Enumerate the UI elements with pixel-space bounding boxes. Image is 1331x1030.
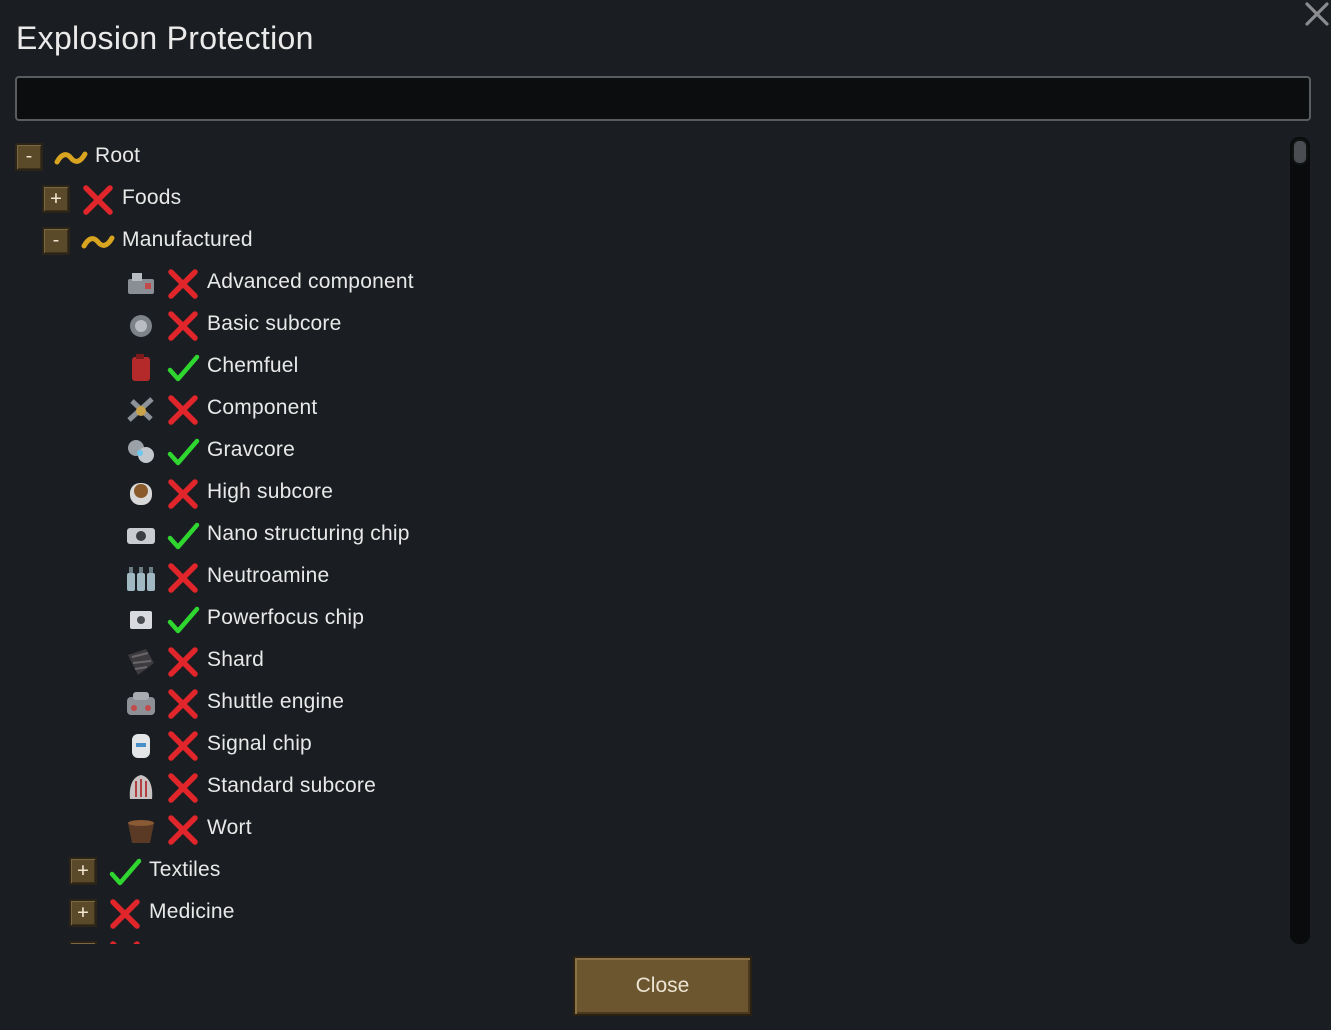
expand-toggle-button[interactable]: +	[42, 185, 70, 213]
tree-item-label: Powerfocus chip	[207, 606, 365, 629]
tree-item-label: Textiles	[149, 858, 221, 881]
shuttle-engine-icon	[124, 687, 158, 721]
tree-item-label: Manufactured	[122, 228, 253, 251]
tree-row: Shuttle engine	[0, 682, 1280, 724]
cross-icon[interactable]	[166, 813, 200, 847]
gravcore-icon	[124, 435, 158, 469]
tree-row: - Root	[0, 136, 1280, 178]
tree-row: Shard	[0, 640, 1280, 682]
check-icon[interactable]	[108, 855, 142, 889]
tree-item-label: Wort	[207, 816, 252, 839]
tree-row: Gravcore	[0, 430, 1280, 472]
nano-structuring-chip-icon	[124, 519, 158, 553]
cross-icon[interactable]	[166, 687, 200, 721]
tree-item-label: Root	[95, 144, 141, 167]
tree-row: Powerfocus chip	[0, 598, 1280, 640]
cross-icon[interactable]	[166, 771, 200, 805]
powerfocus-chip-icon	[124, 603, 158, 637]
explosion-protection-dialog: Explosion Protection - Root + Foods - Manufac…	[0, 0, 1331, 1030]
search-input[interactable]	[15, 76, 1311, 121]
tree-row: +	[0, 934, 1280, 944]
close-button[interactable]: Close	[573, 956, 752, 1016]
tree-item-label: Chemfuel	[207, 354, 299, 377]
tree-item-label: Neutroamine	[207, 564, 330, 587]
partial-icon[interactable]	[54, 141, 88, 175]
tree-item-label: Shard	[207, 648, 265, 671]
signal-chip-icon	[124, 729, 158, 763]
tree-item-label: Gravcore	[207, 438, 295, 461]
tree-row: Signal chip	[0, 724, 1280, 766]
tree-row: Neutroamine	[0, 556, 1280, 598]
partial-icon[interactable]	[81, 225, 115, 259]
component-icon	[124, 393, 158, 427]
tree-item-label: Standard subcore	[207, 774, 376, 797]
tree-row: - Manufactured	[0, 220, 1280, 262]
cross-icon[interactable]	[81, 183, 115, 217]
tree-item-label: Basic subcore	[207, 312, 342, 335]
high-subcore-icon	[124, 477, 158, 511]
cross-icon[interactable]	[108, 939, 142, 944]
collapse-toggle-button[interactable]: -	[42, 227, 70, 255]
tree-item-label: Foods	[122, 186, 182, 209]
tree-row: + Medicine	[0, 892, 1280, 934]
dialog-title: Explosion Protection	[16, 20, 314, 56]
tree-row: Wort	[0, 808, 1280, 850]
cross-icon[interactable]	[166, 561, 200, 595]
tree-item-label: Signal chip	[207, 732, 312, 755]
expand-toggle-button[interactable]: +	[69, 857, 97, 885]
check-icon[interactable]	[166, 519, 200, 553]
scrollbar-thumb[interactable]	[1292, 139, 1308, 165]
check-icon[interactable]	[166, 435, 200, 469]
chemfuel-icon	[124, 351, 158, 385]
expand-toggle-button[interactable]: +	[69, 899, 97, 927]
wort-icon	[124, 813, 158, 847]
cross-icon[interactable]	[166, 477, 200, 511]
tree-item-label: Nano structuring chip	[207, 522, 410, 545]
tree-row: Nano structuring chip	[0, 514, 1280, 556]
cross-icon[interactable]	[166, 267, 200, 301]
expand-toggle-button[interactable]: +	[69, 941, 97, 944]
standard-subcore-icon	[124, 771, 158, 805]
check-icon[interactable]	[166, 351, 200, 385]
tree-row: Component	[0, 388, 1280, 430]
check-icon[interactable]	[166, 603, 200, 637]
tree-item-label: Advanced component	[207, 270, 414, 293]
scrollbar-track[interactable]	[1290, 137, 1310, 944]
tree-row: Chemfuel	[0, 346, 1280, 388]
category-tree: - Root + Foods - Manufactured Advanced compone…	[0, 136, 1290, 944]
cross-icon[interactable]	[166, 309, 200, 343]
tree-row: Advanced component	[0, 262, 1280, 304]
neutroamine-icon	[124, 561, 158, 595]
tree-row: + Foods	[0, 178, 1280, 220]
tree-item-label: Medicine	[149, 900, 235, 923]
cross-icon[interactable]	[166, 393, 200, 427]
advanced-component-icon	[124, 267, 158, 301]
tree-item-label: Shuttle engine	[207, 690, 345, 713]
tree-item-label: Component	[207, 396, 318, 419]
tree-row: High subcore	[0, 472, 1280, 514]
basic-subcore-icon	[124, 309, 158, 343]
cross-icon[interactable]	[108, 897, 142, 931]
tree-item-label: High subcore	[207, 480, 334, 503]
collapse-toggle-button[interactable]: -	[15, 143, 43, 171]
close-x-icon[interactable]	[1301, 0, 1331, 28]
cross-icon[interactable]	[166, 729, 200, 763]
tree-row: + Textiles	[0, 850, 1280, 892]
tree-row: Standard subcore	[0, 766, 1280, 808]
tree-row: Basic subcore	[0, 304, 1280, 346]
shard-icon	[124, 645, 158, 679]
cross-icon[interactable]	[166, 645, 200, 679]
